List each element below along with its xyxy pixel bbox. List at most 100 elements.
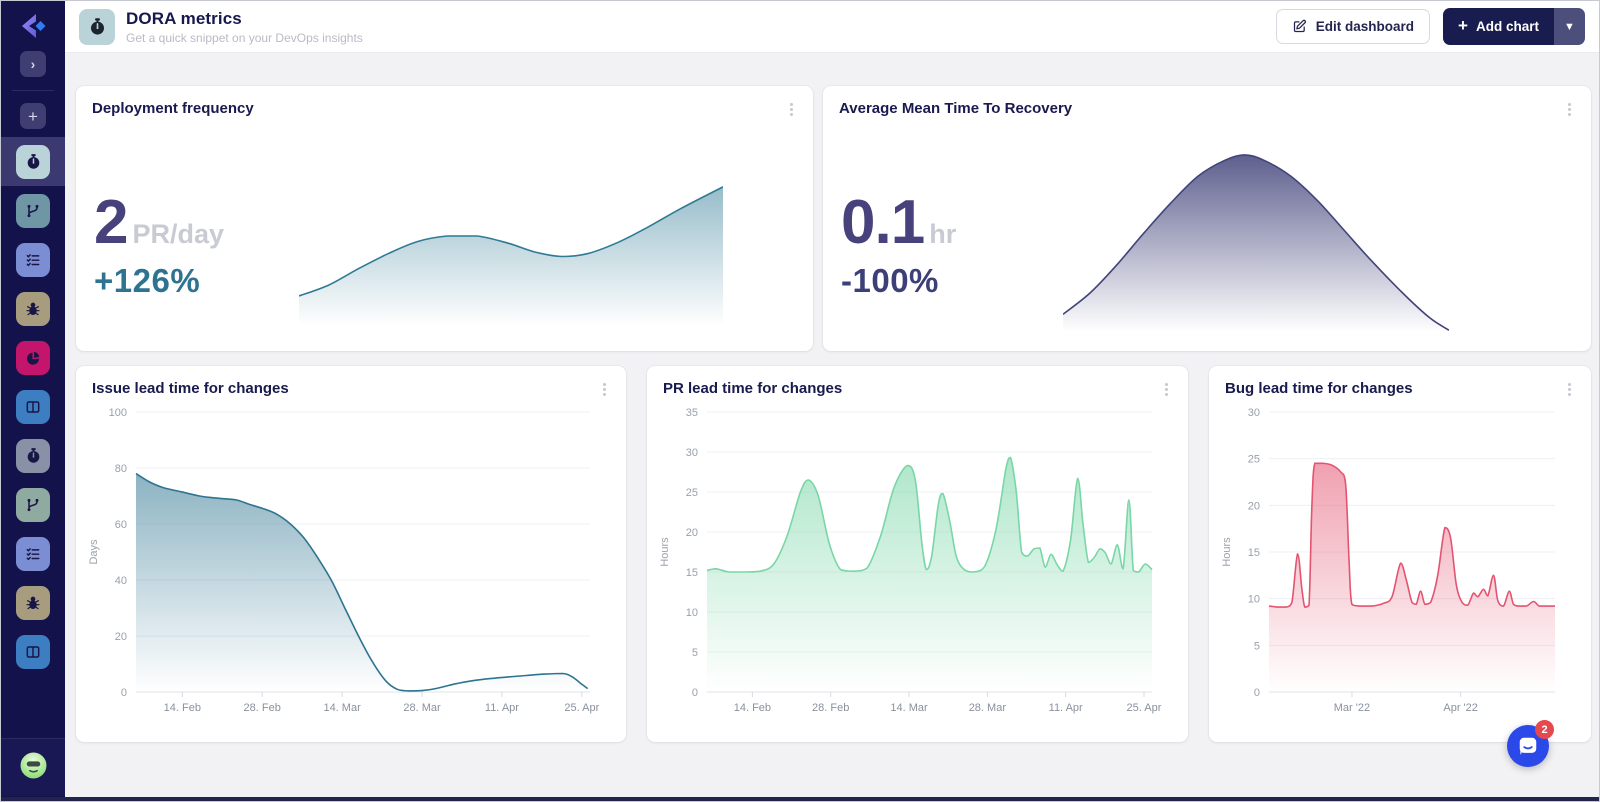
svg-text:5: 5 (692, 647, 698, 659)
stat-delta: +126% (94, 262, 224, 300)
chevron-down-icon: ▼ (1564, 21, 1575, 33)
app-window: › + (1, 1, 1599, 801)
stat-unit: hr (929, 219, 956, 250)
svg-text:14. Mar: 14. Mar (890, 702, 928, 714)
checklist-icon (16, 243, 50, 277)
svg-text:14. Feb: 14. Feb (164, 702, 201, 714)
svg-text:28. Feb: 28. Feb (812, 702, 849, 714)
card-menu-button[interactable] (1157, 379, 1175, 399)
svg-text:Apr '22: Apr '22 (1443, 702, 1478, 714)
sidebar-footer (1, 738, 65, 796)
user-avatar[interactable] (20, 752, 47, 784)
sidebar-item-git-branch-7[interactable] (1, 480, 65, 529)
sidebar-item-checklist-8[interactable] (1, 529, 65, 578)
plus-icon: + (1458, 16, 1468, 36)
sidebar-collapse-button[interactable]: › (20, 51, 46, 77)
card-mean-time-to-recovery: Average Mean Time To Recovery 0.1 hr -10… (823, 86, 1591, 351)
sidebar-item-git-branch-1[interactable] (1, 186, 65, 235)
add-chart-button-group: + Add chart ▼ (1443, 8, 1585, 45)
main-area: DORA metrics Get a quick snippet on your… (65, 1, 1599, 801)
chat-unread-badge: 2 (1535, 720, 1554, 739)
svg-text:25. Apr: 25. Apr (1127, 702, 1162, 714)
bug-icon (16, 292, 50, 326)
sidebar-item-pie-chart-4[interactable] (1, 333, 65, 382)
svg-text:14. Mar: 14. Mar (323, 702, 361, 714)
stopwatch-icon (79, 9, 115, 45)
svg-text:60: 60 (115, 519, 127, 531)
svg-text:10: 10 (686, 607, 698, 619)
card-menu-button[interactable] (782, 99, 800, 119)
stat-unit: PR/day (132, 219, 224, 250)
add-chart-button[interactable]: + Add chart (1443, 8, 1554, 45)
dashboard-content: Deployment frequency 2 PR/day +126% A (65, 53, 1599, 801)
title-block: DORA metrics Get a quick snippet on your… (126, 9, 363, 45)
board-icon (16, 390, 50, 424)
svg-text:25: 25 (686, 487, 698, 499)
svg-text:15: 15 (1248, 547, 1260, 559)
svg-text:15: 15 (686, 567, 698, 579)
svg-text:28. Mar: 28. Mar (969, 702, 1007, 714)
git-branch-icon (16, 194, 50, 228)
sidebar-item-bug-3[interactable] (1, 284, 65, 333)
card-menu-button[interactable] (1560, 379, 1578, 399)
edit-dashboard-label: Edit dashboard (1316, 19, 1414, 34)
card-issue-lead-time: Issue lead time for changes 020406080100… (76, 366, 626, 742)
add-chart-label: Add chart (1476, 19, 1539, 34)
sidebar-item-board-5[interactable] (1, 382, 65, 431)
sidebar-item-board-10[interactable] (1, 627, 65, 676)
topbar: DORA metrics Get a quick snippet on your… (65, 1, 1599, 53)
card-menu-button[interactable] (1560, 99, 1578, 119)
svg-text:28. Mar: 28. Mar (403, 702, 441, 714)
sidebar-item-stopwatch-0[interactable] (1, 137, 65, 186)
mttr-stat: 0.1 hr -100% (841, 192, 956, 300)
sidebar-item-stopwatch-6[interactable] (1, 431, 65, 480)
stat-value: 2 (94, 192, 127, 254)
pr-lead-time-chart: 0510152025303514. Feb28. Feb14. Mar28. M… (655, 406, 1180, 722)
stat-delta: -100% (841, 262, 956, 300)
page-subtitle: Get a quick snippet on your DevOps insig… (126, 31, 363, 45)
stopwatch-icon (16, 439, 50, 473)
card-deployment-frequency: Deployment frequency 2 PR/day +126% (76, 86, 813, 351)
add-tool-button[interactable]: + (20, 103, 46, 129)
svg-text:0: 0 (121, 687, 127, 699)
stat-value: 0.1 (841, 192, 924, 254)
svg-text:5: 5 (1254, 640, 1260, 652)
chevron-right-icon: › (31, 56, 36, 72)
edit-dashboard-button[interactable]: Edit dashboard (1276, 9, 1430, 44)
chat-launcher-button[interactable]: 2 (1507, 725, 1549, 767)
svg-text:Mar '22: Mar '22 (1334, 702, 1370, 714)
svg-text:30: 30 (1248, 407, 1260, 419)
sidebar: › + (1, 1, 65, 801)
sidebar-divider (12, 90, 54, 91)
svg-text:35: 35 (686, 407, 698, 419)
edit-icon (1292, 19, 1307, 34)
svg-text:0: 0 (1254, 687, 1260, 699)
svg-text:25: 25 (1248, 454, 1260, 466)
sidebar-item-checklist-2[interactable] (1, 235, 65, 284)
svg-text:Hours: Hours (659, 537, 671, 567)
card-menu-button[interactable] (595, 379, 613, 399)
card-bug-lead-time: Bug lead time for changes 051015202530Ma… (1209, 366, 1591, 742)
svg-text:20: 20 (686, 527, 698, 539)
svg-text:Days: Days (88, 539, 100, 565)
deployment-frequency-chart (299, 174, 723, 326)
app-logo-icon[interactable] (16, 9, 50, 45)
deployment-stat: 2 PR/day +126% (94, 192, 224, 300)
add-chart-dropdown-button[interactable]: ▼ (1554, 8, 1585, 45)
sidebar-tool-list (1, 137, 65, 676)
svg-text:30: 30 (686, 447, 698, 459)
bug-icon (16, 586, 50, 620)
page-title: DORA metrics (126, 9, 363, 29)
stopwatch-icon (16, 145, 50, 179)
sidebar-item-bug-9[interactable] (1, 578, 65, 627)
card-title: Issue lead time for changes (92, 380, 289, 397)
svg-text:20: 20 (115, 631, 127, 643)
card-title: Average Mean Time To Recovery (839, 100, 1072, 117)
svg-text:40: 40 (115, 575, 127, 587)
mttr-chart (1063, 144, 1449, 332)
svg-text:Hours: Hours (1221, 537, 1233, 567)
svg-text:11. Apr: 11. Apr (485, 702, 519, 714)
svg-text:0: 0 (692, 687, 698, 699)
checklist-icon (16, 537, 50, 571)
bug-lead-time-chart: 051015202530Mar '22Apr '22Hours (1217, 406, 1583, 722)
